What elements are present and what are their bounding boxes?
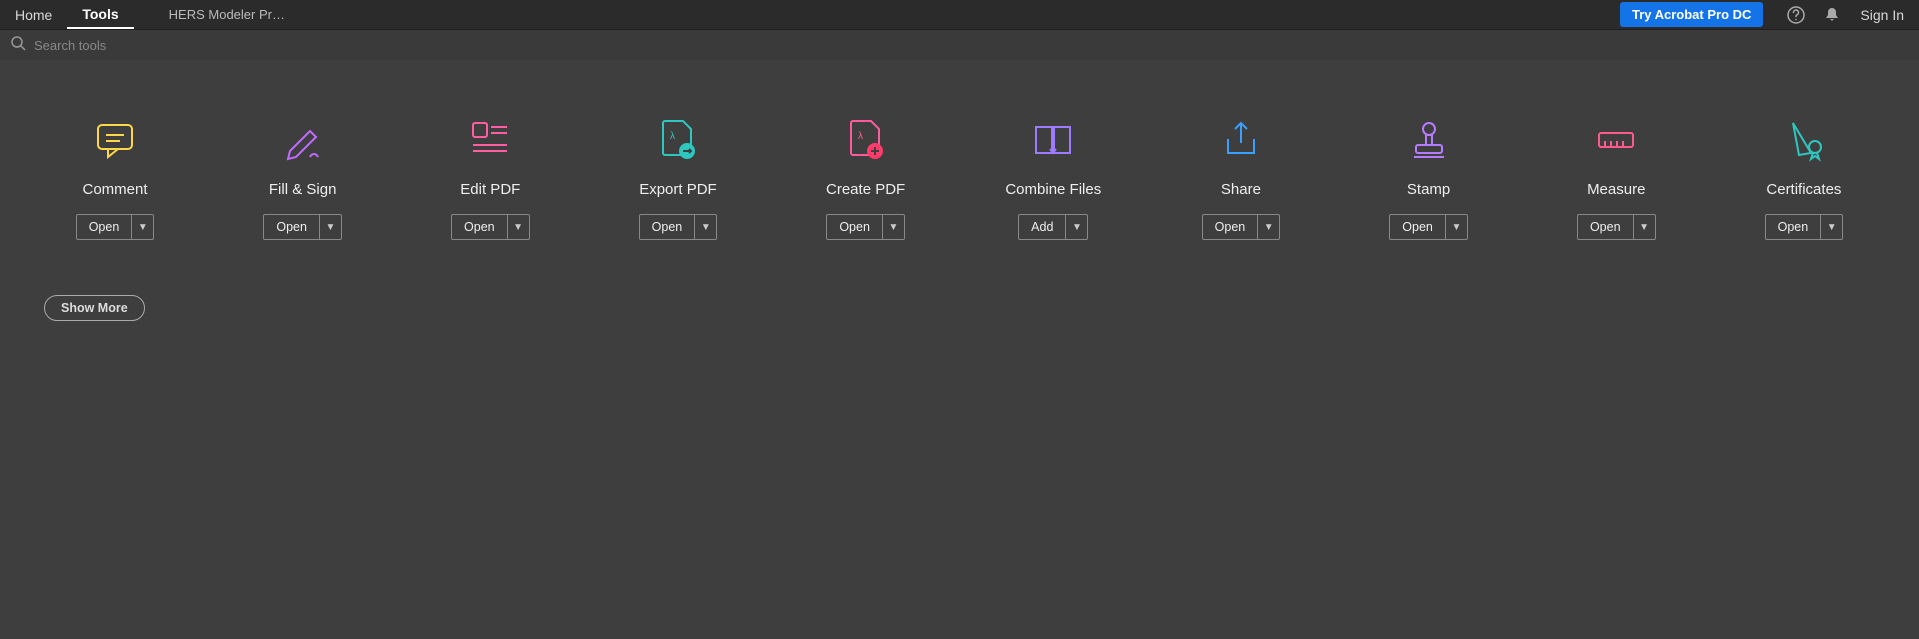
tool-label: Combine Files [1005,181,1101,198]
edit-pdf-icon [465,115,515,165]
tool-label: Certificates [1766,181,1841,198]
comment-icon [90,115,140,165]
combine-files-icon [1028,115,1078,165]
tool-card-combine-files: Combine Files Add ▼ [978,115,1128,240]
tool-card-certificates: Certificates Open ▼ [1729,115,1879,240]
fill-sign-icon [278,115,328,165]
tool-card-edit-pdf: Edit PDF Open ▼ [415,115,565,240]
tool-action-comment[interactable]: Open ▼ [76,214,155,240]
chevron-down-icon[interactable]: ▼ [1445,215,1467,239]
tool-action-stamp[interactable]: Open ▼ [1389,214,1468,240]
tool-action-main[interactable]: Open [640,215,695,239]
tool-label: Export PDF [639,181,717,198]
share-icon [1216,115,1266,165]
chevron-down-icon[interactable]: ▼ [694,215,716,239]
tool-action-combine-files[interactable]: Add ▼ [1018,214,1088,240]
tool-card-comment: Comment Open ▼ [40,115,190,240]
chevron-down-icon[interactable]: ▼ [1633,215,1655,239]
chevron-down-icon[interactable]: ▼ [319,215,341,239]
chevron-down-icon[interactable]: ▼ [1257,215,1279,239]
document-tab[interactable]: HERS Modeler Pr… [154,0,300,29]
tool-action-main[interactable]: Open [1203,215,1258,239]
search-input[interactable] [34,38,334,53]
top-bar: Home Tools HERS Modeler Pr… Try Acrobat … [0,0,1919,30]
stamp-icon [1404,115,1454,165]
create-pdf-icon: λ [841,115,891,165]
tool-label: Create PDF [826,181,905,198]
tool-label: Stamp [1407,181,1450,198]
tool-action-main[interactable]: Open [1578,215,1633,239]
tool-action-main[interactable]: Open [1766,215,1821,239]
tool-action-certificates[interactable]: Open ▼ [1765,214,1844,240]
tool-label: Fill & Sign [269,181,337,198]
tool-action-export-pdf[interactable]: Open ▼ [639,214,718,240]
tool-label: Comment [82,181,147,198]
export-pdf-icon: λ [653,115,703,165]
tool-action-measure[interactable]: Open ▼ [1577,214,1656,240]
svg-text:λ: λ [670,131,675,142]
tool-action-main[interactable]: Open [452,215,507,239]
tool-action-main[interactable]: Open [1390,215,1445,239]
search-icon [10,35,26,56]
tool-card-share: Share Open ▼ [1166,115,1316,240]
tool-label: Measure [1587,181,1645,198]
tool-action-main[interactable]: Add [1019,215,1065,239]
nav-tab-home[interactable]: Home [0,0,67,29]
tool-action-edit-pdf[interactable]: Open ▼ [451,214,530,240]
help-icon[interactable] [1786,5,1806,25]
tool-card-export-pdf: λ Export PDF Open ▼ [603,115,753,240]
tool-action-create-pdf[interactable]: Open ▼ [826,214,905,240]
tool-action-main[interactable]: Open [827,215,882,239]
measure-icon [1591,115,1641,165]
tool-action-fill-sign[interactable]: Open ▼ [263,214,342,240]
tool-label: Edit PDF [460,181,520,198]
tool-label: Share [1221,181,1261,198]
chevron-down-icon[interactable]: ▼ [1820,215,1842,239]
tool-action-main[interactable]: Open [264,215,319,239]
svg-text:λ: λ [858,131,863,142]
nav-tab-tools[interactable]: Tools [67,0,133,29]
tool-card-fill-sign: Fill & Sign Open ▼ [228,115,378,240]
chevron-down-icon[interactable]: ▼ [131,215,153,239]
chevron-down-icon[interactable]: ▼ [882,215,904,239]
search-bar [0,30,1919,60]
show-more-button[interactable]: Show More [44,295,145,321]
bell-icon[interactable] [1822,5,1842,25]
tool-card-stamp: Stamp Open ▼ [1354,115,1504,240]
chevron-down-icon[interactable]: ▼ [507,215,529,239]
tool-action-main[interactable]: Open [77,215,132,239]
chevron-down-icon[interactable]: ▼ [1065,215,1087,239]
tool-action-share[interactable]: Open ▼ [1202,214,1281,240]
tool-card-measure: Measure Open ▼ [1541,115,1691,240]
certificates-icon [1779,115,1829,165]
try-acrobat-button[interactable]: Try Acrobat Pro DC [1620,2,1763,27]
tool-card-create-pdf: λ Create PDF Open ▼ [791,115,941,240]
tools-grid: Comment Open ▼ Fill & Sign Open ▼ E [0,115,1919,240]
sign-in-link[interactable]: Sign In [1860,7,1904,23]
